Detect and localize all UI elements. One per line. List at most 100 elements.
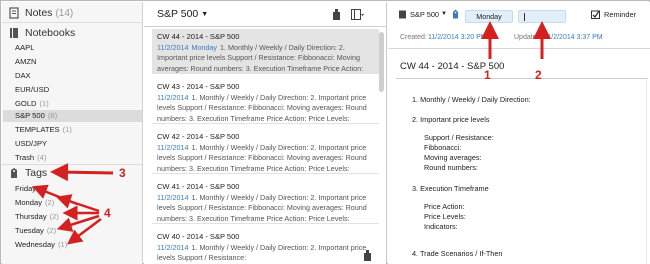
updated-label: Updated: [514,34,543,41]
note-date: 11/2/2014 [157,243,189,252]
updated-value: 11/2/2014 3:37 PM [544,34,603,41]
notebook-item-gold[interactable]: GOLD (1) [15,98,49,110]
note-snippet-text: 1. Monthly / Weekly / Daily Direction: 2… [157,243,367,263]
share-icon[interactable] [332,9,341,20]
note-title-field[interactable]: CW 44 - 2014 - S&P 500 [400,61,504,72]
note-card[interactable]: CW 41 - 2014 - S&P 500 11/2/2014 1. Month… [152,179,379,224]
notebook-selector[interactable]: S&P 500 ▼ [398,9,459,19]
chevron-down-icon: ▼ [201,11,209,18]
notebook-item-trash[interactable]: Trash (4) [15,152,46,164]
note-card[interactable]: CW 40 - 2014 - S&P 500 11/2/2014 1. Month… [152,229,379,264]
tag-item-wednesday[interactable]: Wednesday (1) [15,239,67,251]
tag-item-tuesday[interactable]: Tuesday (2) [15,225,56,237]
notebook-label: DAX [15,71,31,80]
body-line[interactable]: 2. Important price levels [412,115,489,124]
notebooks-label: Notebooks [25,27,76,39]
tags-icon [11,168,17,178]
body-line[interactable]: Fibbonacci: [424,143,461,152]
notebook-count: (1) [39,99,49,108]
notes-icon [9,7,19,19]
notebook-count: (4) [37,153,47,162]
notebooks-icon [10,28,18,38]
tag-count: (1) [57,240,68,249]
note-snippet: 11/2/2014 1. Monthly / Weekly / Daily Dir… [157,243,373,264]
body-line[interactable]: 1. Monthly / Weekly / Daily Direction: [412,95,531,104]
divider [2,164,142,165]
note-snippet: 11/2/2014 Monday 1. Monthly / Weekly / Dai… [157,43,373,73]
note-editor: S&P 500 ▼ Monday Reminder Created: 11/2/… [388,2,650,264]
note-date: 11/2/2014 [157,193,189,202]
tag-item-friday[interactable]: Friday [15,183,36,195]
note-title: CW 44 - 2014 - S&P 500 [157,32,240,41]
note-title: CW 42 - 2014 - S&P 500 [157,132,240,141]
note-list-header: S&P 500 ▼ [144,2,386,27]
tag-count: (2) [45,198,55,207]
divider [2,22,142,23]
note-snippet-text: 1. Monthly / Weekly / Daily Direction: 2… [157,143,367,173]
notebook-dropdown[interactable]: S&P 500 ▼ [157,8,208,20]
note-card[interactable]: CW 42 - 2014 - S&P 500 11/2/2014 1. Month… [152,129,379,174]
tag-item-thursday[interactable]: Thursday (2) [15,211,59,223]
tag-input[interactable] [518,10,566,23]
chevron-down-icon: ▼ [441,11,447,17]
note-date: 11/2/2014 [157,43,189,52]
tag-label: Wednesday [15,240,55,249]
notebook-label: AAPL [15,43,35,52]
body-line[interactable]: Support / Resistance: [424,133,494,142]
text-cursor [524,13,525,21]
notebook-item-eurusd[interactable]: EUR/USD [15,84,49,96]
reminder-icon [591,10,600,19]
tag-count: (2) [49,212,59,221]
notebook-count: (8) [47,111,58,120]
notebook-item-sp500[interactable]: S&P 500 (8) [3,110,142,122]
sidebar: Notes (14) Notebooks AAPL AMZN DAX EUR/U… [2,2,143,264]
note-metadata: Created: 11/2/2014 3:20 PM Updated: 11/2… [388,27,650,49]
created-value: 11/2/2014 3:20 PM [428,34,487,41]
tags-label: Tags [25,167,48,179]
notebook-item-dax[interactable]: DAX [15,70,31,82]
body-line[interactable]: Price Action: [424,202,465,211]
sidebar-tags[interactable]: Tags [8,166,47,180]
body-line[interactable]: Round numbers: [424,163,478,172]
share-icon[interactable] [363,250,372,261]
evernote-window: Notes (14) Notebooks AAPL AMZN DAX EUR/U… [0,0,650,264]
note-list-title: S&P 500 [157,8,199,20]
body-line[interactable]: 3. Execution Timeframe [412,184,489,193]
notes-count: (14) [55,7,74,19]
note-list-scrollbar[interactable] [379,32,384,92]
note-title: CW 43 - 2014 - S&P 500 [157,82,240,91]
body-line[interactable]: Price Levels: [424,212,466,221]
notebook-label: S&P 500 [15,111,45,120]
tag-chip-monday[interactable]: Monday [465,10,513,23]
body-line[interactable]: 4. Trade Scenarios / If-Then [412,249,502,258]
notebook-label: TEMPLATES [15,125,60,134]
notebook-item-aapl[interactable]: AAPL [15,42,34,54]
notebook-item-usdjpy[interactable]: USD/JPY [15,138,47,150]
tag-label: Monday [15,198,43,207]
editor-scrollbar[interactable] [646,78,647,264]
view-options-icon[interactable] [351,9,364,20]
reminder-button[interactable]: Reminder [591,10,636,19]
body-line[interactable]: Moving averages: [424,153,482,162]
reminder-label: Reminder [604,10,637,19]
notebook-icon [399,10,406,18]
note-snippet-text: 1. Monthly / Weekly / Daily Direction: 2… [157,93,367,123]
note-snippet-text: 1. Monthly / Weekly / Daily Direction: 2… [157,193,367,223]
notebook-label: EUR/USD [15,85,50,94]
note-card[interactable]: CW 43 - 2014 - S&P 500 11/2/2014 1. Month… [152,79,379,124]
notebook-label: USD/JPY [15,139,48,148]
note-date: 11/2/2014 [157,143,189,152]
tag-icon[interactable] [452,9,459,19]
note-card[interactable]: CW 44 - 2014 - S&P 500 11/2/2014 Monday 1.… [152,29,379,74]
notebook-item-amzn[interactable]: AMZN [15,56,37,68]
sidebar-notebooks[interactable]: Notebooks [8,26,75,40]
tag-item-monday[interactable]: Monday (2) [15,197,54,209]
notes-label: Notes [25,7,53,19]
editor-toolbar: S&P 500 ▼ Monday Reminder [388,2,650,27]
notebook-item-templates[interactable]: TEMPLATES (1) [15,124,72,136]
notebook-count: (1) [62,125,72,134]
tag-label: Tuesday [15,226,44,235]
created-label: Created: [400,34,427,41]
body-line[interactable]: Indicators: [424,222,458,231]
sidebar-notes[interactable]: Notes (14) [8,6,73,20]
